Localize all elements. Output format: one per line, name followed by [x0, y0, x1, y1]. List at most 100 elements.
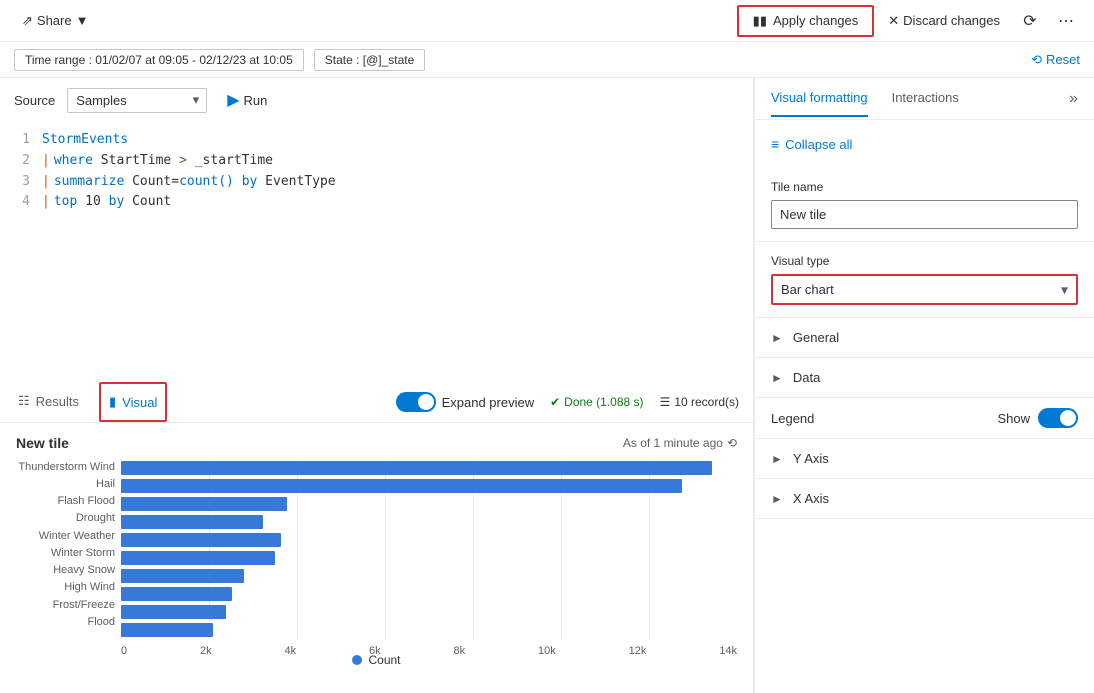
bar-9	[121, 623, 213, 637]
bar-row-9	[121, 621, 737, 639]
legend-toggle[interactable]	[1038, 408, 1078, 428]
chart-title-row: New tile As of 1 minute ago ⟲	[16, 435, 737, 451]
share-label: Share	[37, 13, 72, 28]
x-axis-label: X Axis	[793, 491, 1078, 506]
tab-results[interactable]: ☷ Results	[14, 382, 83, 422]
bar-0	[121, 461, 712, 475]
bar-row-5	[121, 549, 737, 567]
tab-interactions[interactable]: Interactions	[892, 80, 959, 117]
table-icon: ☷	[18, 393, 30, 409]
source-select-wrap: Samples	[67, 88, 207, 113]
state-pill[interactable]: State : [@]_state	[314, 49, 426, 71]
chevron-down-icon: ▼	[76, 13, 89, 28]
run-button[interactable]: ▶ Run	[215, 86, 279, 114]
expand-preview-toggle: Expand preview	[396, 392, 535, 412]
data-label: Data	[793, 370, 1078, 385]
tab-visual-formatting[interactable]: Visual formatting	[771, 80, 868, 117]
code-editor: 1 StormEvents 2 |where StartTime > _star…	[0, 124, 753, 383]
bar-8	[121, 605, 226, 619]
data-chevron-icon: ►	[771, 371, 783, 385]
main-area: Source Samples ▶ Run 1 StormEvents 2 |w	[0, 78, 1094, 693]
y-label-6: Heavy Snow	[16, 564, 115, 577]
expand-preview-label: Expand preview	[442, 395, 535, 410]
data-section[interactable]: ► Data	[755, 358, 1094, 398]
visual-type-select[interactable]: Bar chart Line chart Pie chart Table	[771, 274, 1078, 305]
tile-name-input[interactable]	[771, 200, 1078, 229]
collapse-all-button[interactable]: ≡ Collapse all	[771, 132, 852, 156]
time-range-pill[interactable]: Time range : 01/02/07 at 09:05 - 02/12/2…	[14, 49, 304, 71]
y-axis-chevron-icon: ►	[771, 452, 783, 466]
code-line-4: 4 |top 10 by Count	[14, 192, 739, 213]
expand-toggle-thumb	[418, 394, 434, 410]
tab-actions: Expand preview ✔ Done (1.088 s) ☰ 10 rec…	[396, 392, 739, 412]
reset-button[interactable]: ⟲ Reset	[1031, 52, 1080, 68]
tile-name-label: Tile name	[771, 180, 1078, 194]
reset-icon: ⟲	[1031, 52, 1042, 68]
discard-changes-label: Discard changes	[903, 13, 1000, 28]
y-axis-label: Y Axis	[793, 451, 1078, 466]
source-row: Source Samples ▶ Run	[0, 78, 753, 124]
time-range-label: Time range : 01/02/07 at 09:05 - 02/12/2…	[25, 53, 293, 67]
y-label-7: High Wind	[16, 581, 115, 594]
toolbar-right: ▮▮ Apply changes ✕ Discard changes ⟳ ⋯	[737, 5, 1082, 37]
panel-expand-button[interactable]: »	[1069, 90, 1078, 108]
chart-timestamp: As of 1 minute ago ⟲	[623, 436, 737, 450]
bar-row-4	[121, 531, 737, 549]
code-line-3: 3 |summarize Count=count() by EventType	[14, 172, 739, 193]
bar-row-1	[121, 477, 737, 495]
bar-row-7	[121, 585, 737, 603]
x-axis-section[interactable]: ► X Axis	[755, 479, 1094, 519]
refresh-button[interactable]: ⟳	[1014, 5, 1046, 37]
right-panel-header: Visual formatting Interactions »	[755, 78, 1094, 120]
tab-visual[interactable]: ▮ Visual	[99, 382, 167, 422]
y-axis: Thunderstorm Wind Hail Flash Flood Droug…	[16, 459, 121, 650]
timestamp-text: As of 1 minute ago	[623, 436, 723, 450]
chart-panel: New tile As of 1 minute ago ⟲ Thundersto…	[0, 423, 753, 693]
chart-title: New tile	[16, 435, 69, 451]
bar-4	[121, 533, 281, 547]
legend-row: Legend Show	[755, 398, 1094, 439]
general-label: General	[793, 330, 1078, 345]
visual-type-group: Visual type Bar chart Line chart Pie cha…	[755, 242, 1094, 318]
y-axis-section[interactable]: ► Y Axis	[755, 439, 1094, 479]
x-axis: 0 2k 4k 6k 8k 10k 12k 14k	[121, 641, 737, 657]
run-label: Run	[244, 93, 268, 108]
y-label-5: Winter Storm	[16, 547, 115, 560]
source-select[interactable]: Samples	[67, 88, 207, 113]
code-line-1: 1 StormEvents	[14, 130, 739, 151]
more-options-button[interactable]: ⋯	[1050, 5, 1082, 37]
bar-row-0	[121, 459, 737, 477]
collapse-all-section: ≡ Collapse all	[755, 120, 1094, 168]
bar-row-2	[121, 495, 737, 513]
apply-changes-label: Apply changes	[773, 13, 858, 28]
apply-changes-icon: ▮▮	[753, 13, 767, 29]
toolbar-left: ⇗ Share ▼	[12, 7, 729, 35]
y-label-2: Flash Flood	[16, 495, 115, 508]
share-button[interactable]: ⇗ Share ▼	[12, 7, 98, 35]
y-label-1: Hail	[16, 478, 115, 491]
bars-x-container: 0 2k 4k 6k 8k 10k 12k 14k	[121, 459, 737, 650]
share-icon: ⇗	[22, 13, 33, 29]
tabs-row: ☷ Results ▮ Visual Expand preview ✔ Done…	[0, 383, 753, 423]
toolbar: ⇗ Share ▼ ▮▮ Apply changes ✕ Discard cha…	[0, 0, 1094, 42]
code-line-2: 2 |where StartTime > _startTime	[14, 151, 739, 172]
state-label: State : [@]_state	[325, 53, 415, 67]
legend-text: Count	[368, 653, 400, 667]
status-done: ✔ Done (1.088 s)	[550, 395, 643, 409]
bar-3	[121, 515, 263, 529]
discard-changes-button[interactable]: ✕ Discard changes	[878, 7, 1010, 35]
reset-label: Reset	[1046, 52, 1080, 67]
records-label: 10 record(s)	[674, 395, 739, 409]
close-icon: ✕	[888, 13, 899, 29]
general-section[interactable]: ► General	[755, 318, 1094, 358]
apply-changes-button[interactable]: ▮▮ Apply changes	[737, 5, 875, 37]
bar-chart-container: Thunderstorm Wind Hail Flash Flood Droug…	[16, 459, 737, 650]
visual-type-select-wrap: Bar chart Line chart Pie chart Table	[771, 274, 1078, 305]
visual-label: Visual	[122, 395, 157, 410]
expand-toggle-track[interactable]	[396, 392, 436, 412]
y-label-0: Thunderstorm Wind	[16, 461, 115, 474]
check-icon: ✔	[550, 395, 560, 409]
refresh-chart-icon[interactable]: ⟲	[727, 436, 737, 450]
collapse-all-label: Collapse all	[785, 137, 852, 152]
records-icon: ☰	[660, 395, 671, 409]
